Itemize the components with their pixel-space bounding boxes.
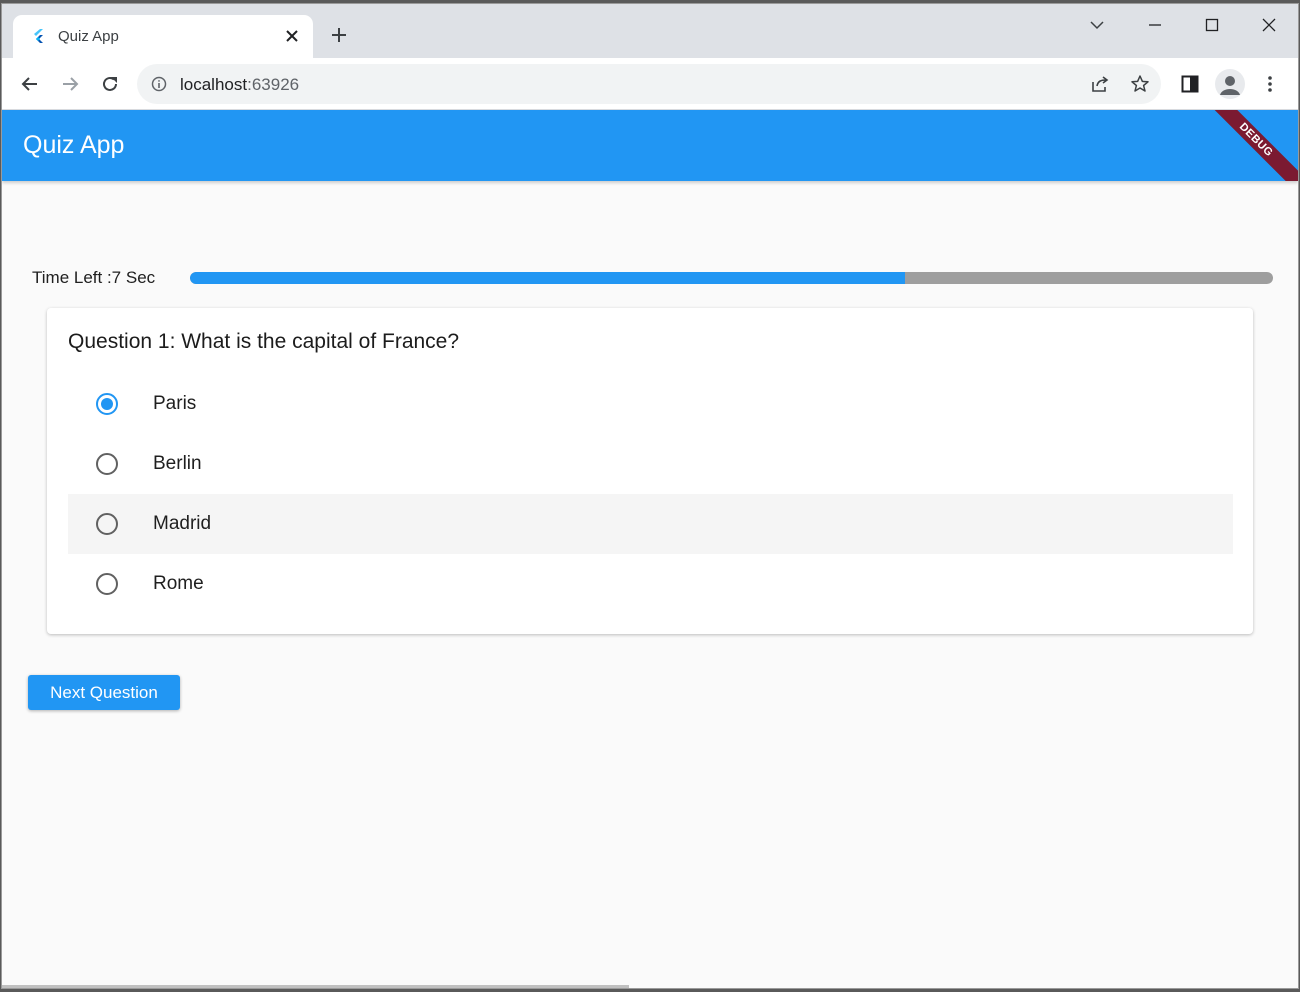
option-label: Paris — [153, 393, 197, 414]
next-question-button[interactable]: Next Question — [28, 675, 180, 710]
minimize-icon[interactable] — [1137, 10, 1173, 40]
close-tab-icon[interactable] — [281, 25, 303, 47]
options-list: Paris Berlin Madrid Rome — [68, 374, 1233, 614]
app-title: Quiz App — [23, 131, 125, 159]
browser-tab[interactable]: Quiz App — [13, 15, 313, 58]
tab-strip: Quiz App — [2, 4, 1298, 58]
option-item[interactable]: Madrid — [68, 494, 1233, 554]
tab-search-chevron-down-icon[interactable] — [1079, 10, 1115, 40]
side-panel-icon[interactable] — [1175, 69, 1205, 99]
reload-icon[interactable] — [95, 69, 125, 99]
maximize-icon[interactable] — [1194, 10, 1230, 40]
timer-progress-bar — [190, 272, 1273, 284]
site-info-icon[interactable] — [149, 74, 169, 94]
question-text: Question 1: What is the capital of Franc… — [68, 330, 460, 353]
option-label: Rome — [153, 573, 204, 594]
radio-button[interactable] — [96, 453, 118, 475]
app-bar: Quiz App DEBUG — [2, 110, 1298, 181]
share-icon[interactable] — [1085, 69, 1115, 99]
url-port: :63926 — [247, 75, 300, 94]
url-text: localhost:63926 — [180, 75, 299, 95]
option-item[interactable]: Berlin — [68, 434, 1233, 494]
option-item[interactable]: Paris — [68, 374, 1233, 434]
option-label: Madrid — [153, 513, 212, 534]
url-host: localhost — [180, 75, 248, 94]
radio-button[interactable] — [96, 513, 118, 535]
close-window-icon[interactable] — [1251, 10, 1287, 40]
new-tab-icon[interactable] — [324, 20, 354, 50]
question-card: Question 1: What is the capital of Franc… — [47, 308, 1253, 634]
address-bar[interactable]: localhost:63926 — [137, 64, 1161, 104]
tab-title: Quiz App — [58, 28, 119, 45]
horizontal-scrollbar[interactable] — [2, 985, 629, 988]
timer-progress-fill — [190, 272, 905, 284]
timer-label: Time Left :7 Sec — [32, 268, 156, 287]
forward-arrow-icon[interactable] — [55, 69, 85, 99]
radio-button[interactable] — [96, 393, 118, 415]
debug-banner: DEBUG — [1193, 110, 1298, 181]
browser-window: Quiz App localhost:63926 Quiz App DEBUG … — [1, 3, 1299, 989]
radio-button[interactable] — [96, 573, 118, 595]
profile-avatar-icon[interactable] — [1215, 69, 1245, 99]
browser-toolbar: localhost:63926 — [2, 58, 1298, 110]
option-label: Berlin — [153, 453, 202, 474]
bookmark-star-icon[interactable] — [1125, 69, 1155, 99]
flutter-favicon-icon — [31, 28, 47, 44]
back-arrow-icon[interactable] — [15, 69, 45, 99]
more-menu-icon[interactable] — [1255, 69, 1285, 99]
option-item[interactable]: Rome — [68, 554, 1233, 614]
